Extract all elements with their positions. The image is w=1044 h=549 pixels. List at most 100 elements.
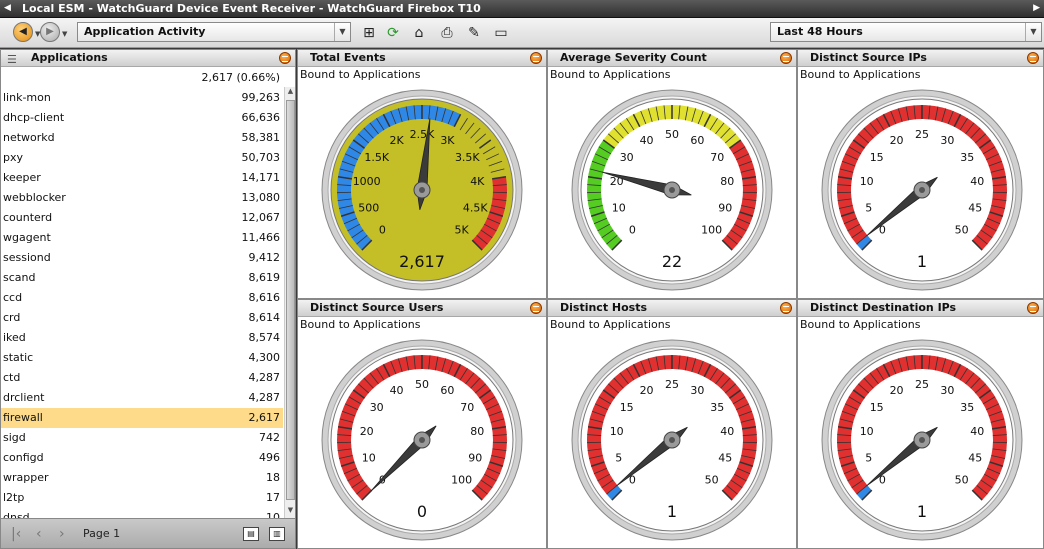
gauge-tick-label: 30: [370, 401, 384, 414]
list-item-name: configd: [3, 451, 44, 464]
scroll-up-icon[interactable]: ▲: [286, 87, 295, 99]
list-item[interactable]: keeper 14,171: [1, 168, 283, 188]
list-item[interactable]: crd 8,614: [1, 308, 283, 328]
list-item[interactable]: link-mon 99,263: [1, 88, 283, 108]
list-item-value: 66,636: [241, 111, 281, 124]
panel-menu-icon[interactable]: [530, 302, 542, 314]
forward-button[interactable]: ▶: [40, 22, 60, 42]
list-item[interactable]: wrapper 18: [1, 468, 283, 488]
applications-header: ☰ Applications: [1, 50, 295, 67]
gauge-panel: Distinct Hosts Bound to Applications 0 5 10 1…: [547, 299, 797, 549]
panel-menu-icon[interactable]: [780, 52, 792, 64]
chevron-down-icon: ▼: [1025, 23, 1041, 41]
gauge-tick-label: 50: [415, 378, 429, 391]
gauge-tick-label: 20: [360, 425, 374, 438]
list-item-value: 8,574: [248, 331, 281, 344]
list-item-name: keeper: [3, 171, 41, 184]
gauge-tick-label: 50: [665, 128, 679, 141]
list-item[interactable]: drclient 4,287: [1, 388, 283, 408]
list-item-value: 9,412: [248, 251, 281, 264]
list-item[interactable]: ccd 8,616: [1, 288, 283, 308]
list-item[interactable]: webblocker 13,080: [1, 188, 283, 208]
list-item[interactable]: configd 496: [1, 448, 283, 468]
gauge-tick-label: 30: [620, 151, 634, 164]
window-icon[interactable]: ▭: [492, 24, 510, 42]
list-item[interactable]: wgagent 11,466: [1, 228, 283, 248]
window-title: Local ESM - WatchGuard Device Event Rece…: [22, 2, 481, 15]
gauge-value: 22: [662, 252, 682, 271]
next-page-icon[interactable]: ›: [59, 519, 65, 548]
gauge-dial: 010203040 50 6070809010022: [571, 89, 773, 291]
applications-panel: ☰ Applications 2,617 (0.66%) link-mon 99,…: [0, 49, 296, 549]
view-select-value: Application Activity: [84, 25, 206, 38]
title-left-arrow-icon[interactable]: ◀: [4, 0, 11, 17]
gauge-tick-label: 2K: [389, 134, 404, 147]
list-item[interactable]: sessiond 9,412: [1, 248, 283, 268]
gauge-tick-label: 50: [955, 474, 969, 487]
print-icon[interactable]: ⎙: [438, 24, 456, 42]
list-item[interactable]: l2tp 17: [1, 488, 283, 508]
list-item[interactable]: pxy 50,703: [1, 148, 283, 168]
panel-menu-icon[interactable]: [780, 302, 792, 314]
back-button[interactable]: ◀: [13, 22, 33, 42]
gauge-band: [856, 235, 872, 251]
list-item[interactable]: networkd 58,381: [1, 128, 283, 148]
gauge-tick-label: 5K: [454, 224, 469, 237]
panel-menu-icon[interactable]: [279, 52, 291, 64]
list-item-name: iked: [3, 331, 26, 344]
gauge-dial: 05101520 25 30354045501: [821, 339, 1023, 541]
gauge-value: 2,617: [399, 252, 445, 271]
gauge-tick-label: 15: [620, 401, 634, 414]
title-right-arrow-icon[interactable]: ▶: [1033, 0, 1040, 17]
list-item[interactable]: firewall 2,617: [1, 408, 283, 428]
gauge-tick-label: 30: [940, 134, 954, 147]
view-select[interactable]: Application Activity ▼: [77, 22, 351, 42]
list-item[interactable]: ctd 4,287: [1, 368, 283, 388]
scroll-down-icon[interactable]: ▼: [286, 506, 295, 518]
first-page-icon[interactable]: |‹: [11, 519, 21, 548]
list-item-name: l2tp: [3, 491, 25, 504]
panel-menu-icon[interactable]: [1027, 52, 1039, 64]
page-label: Page 1: [83, 527, 121, 540]
list-item[interactable]: counterd 12,067: [1, 208, 283, 228]
gauge-tick-label: 35: [710, 401, 724, 414]
gauge-band: [606, 485, 622, 501]
list-item-name: ctd: [3, 371, 21, 384]
gauge-dial: 0500 1000 1.5K2K 2.5K 3K3.5K 4K 4.5K 5K 2,617: [321, 89, 523, 291]
list-item[interactable]: dhcp-client 66,636: [1, 108, 283, 128]
list-item[interactable]: sigd 742: [1, 428, 283, 448]
gauge-tick-label: 4K: [470, 175, 485, 188]
list-view-icon[interactable]: ▥: [269, 527, 285, 541]
gauge-tick-label: 5: [615, 451, 622, 464]
list-icon: ☰: [7, 53, 17, 66]
gauge-tick-label: 25: [665, 378, 679, 391]
home-icon[interactable]: ⌂: [410, 24, 428, 42]
panel-menu-icon[interactable]: [1027, 302, 1039, 314]
time-range-value: Last 48 Hours: [777, 25, 863, 38]
list-item[interactable]: scand 8,619: [1, 268, 283, 288]
scroll-thumb[interactable]: [286, 100, 295, 500]
gauge-header: Distinct Source Users: [298, 300, 546, 317]
prev-page-icon[interactable]: ‹: [36, 519, 42, 548]
list-item-name: ccd: [3, 291, 23, 304]
gauge-hub-center: [919, 187, 925, 193]
list-item-name: pxy: [3, 151, 24, 164]
panel-menu-icon[interactable]: [530, 52, 542, 64]
list-item-value: 8,614: [248, 311, 281, 324]
time-range-select[interactable]: Last 48 Hours ▼: [770, 22, 1042, 42]
layout-icon[interactable]: ⊞: [360, 24, 378, 42]
gauge-tick-label: 50: [705, 474, 719, 487]
gauge-tick-label: 70: [710, 151, 724, 164]
list-item[interactable]: static 4,300: [1, 348, 283, 368]
details-view-icon[interactable]: ▤: [243, 527, 259, 541]
list-scrollbar[interactable]: ▲ ▼: [284, 87, 295, 518]
gauge-tick-label: 10: [612, 201, 626, 214]
list-item[interactable]: iked 8,574: [1, 328, 283, 348]
gauge-hub-center: [419, 187, 425, 193]
gauge-tick-label: 0: [379, 224, 386, 237]
forward-history-dropdown-icon[interactable]: ▼: [62, 30, 67, 38]
list-item[interactable]: dnsd 10: [1, 508, 283, 518]
refresh-icon[interactable]: ⟳: [384, 24, 402, 42]
gauge-panel: Total Events Bound to Applications 0 500 100…: [297, 49, 547, 299]
edit-icon[interactable]: ✎: [465, 24, 483, 42]
